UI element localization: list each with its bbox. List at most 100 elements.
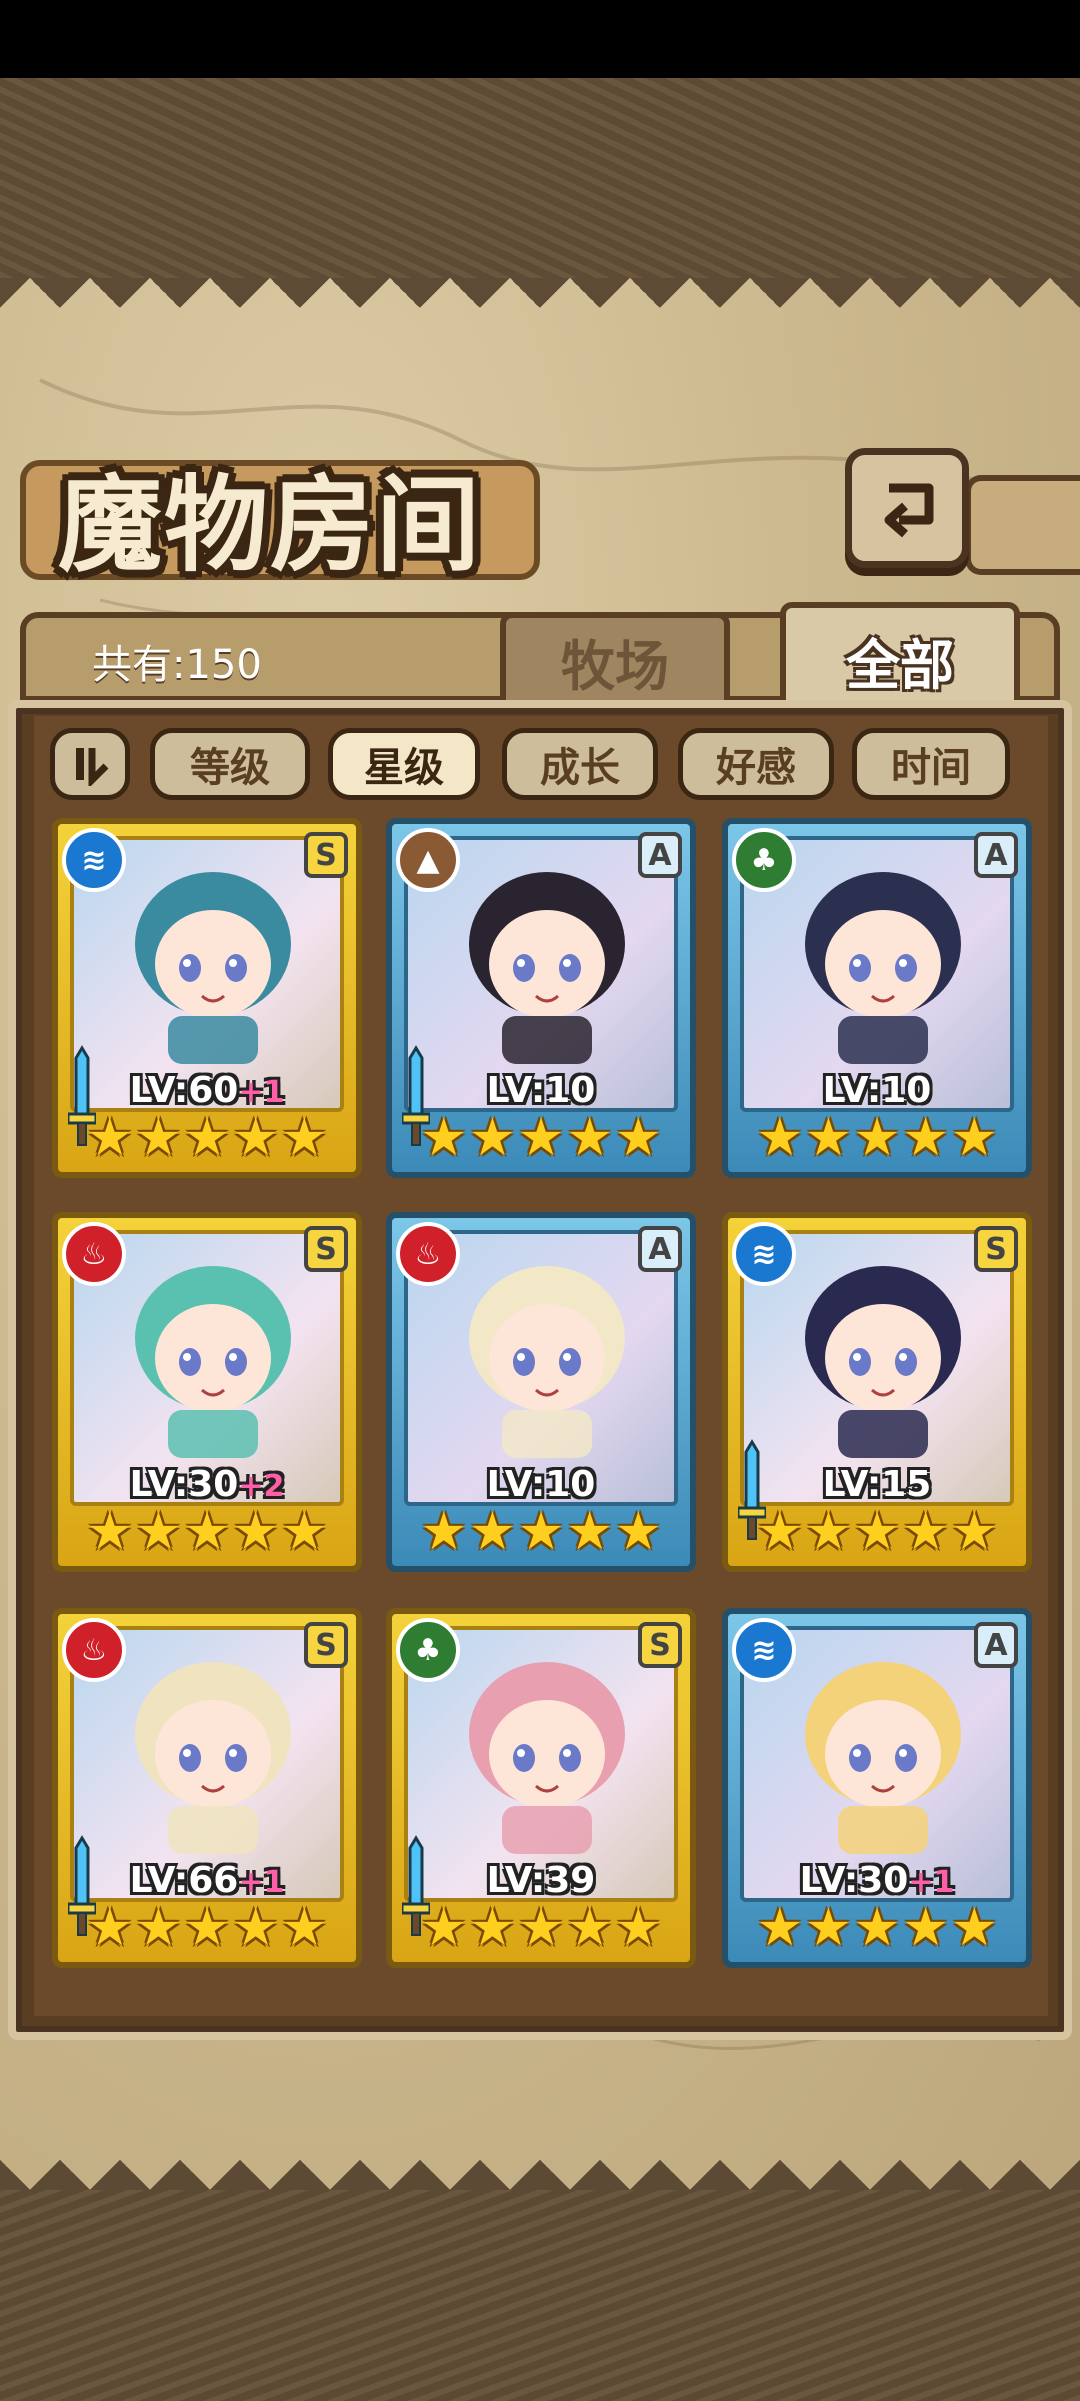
monster-portrait <box>805 1266 961 1458</box>
star-icon: ★ <box>902 1898 949 1958</box>
monster-level: LV:10 <box>728 1070 1026 1111</box>
monster-card[interactable]: ♣ A LV:10 ★ ★ ★ ★ ★ <box>722 818 1032 1178</box>
star-icon: ★ <box>469 1108 516 1168</box>
monster-level: LV:30+1 <box>728 1860 1026 1901</box>
monster-level: LV:39 <box>392 1860 690 1901</box>
level-bonus: +1 <box>238 1865 285 1900</box>
fire-element-icon: ♨ <box>62 1618 126 1682</box>
star-icon: ★ <box>756 1108 804 1168</box>
back-arrow-icon <box>884 483 934 538</box>
star-icon: ★ <box>950 1108 998 1168</box>
star-rating: ★ ★ ★ ★ ★ <box>408 1900 674 1956</box>
rank-badge: A <box>638 1226 682 1272</box>
star-icon: ★ <box>853 1502 901 1562</box>
star-rating: ★ ★ ★ ★ ★ <box>74 1504 340 1560</box>
star-icon: ★ <box>183 1898 231 1958</box>
back-button[interactable] <box>845 448 969 568</box>
wood-element-icon: ♣ <box>732 828 796 892</box>
monster-level: LV:60+1 <box>58 1070 356 1111</box>
sort-order-button[interactable] <box>50 728 130 800</box>
monster-card[interactable]: ♨ A LV:10 ★ ★ ★ ★ ★ <box>386 1212 696 1572</box>
water-element-icon: ≋ <box>62 828 126 892</box>
monster-portrait <box>469 1662 625 1854</box>
monster-portrait <box>135 1662 291 1854</box>
monster-card[interactable]: ≋ A LV:30+1 ★ ★ ★ ★ ★ <box>722 1608 1032 1968</box>
star-icon: ★ <box>614 1108 662 1168</box>
level-text: LV:10 <box>822 1070 932 1111</box>
monster-level: LV:10 <box>392 1070 690 1111</box>
monster-card[interactable]: ♨ S LV:66+1 ★ ★ ★ ★ ★ <box>52 1608 362 1968</box>
star-icon: ★ <box>135 1502 182 1562</box>
star-rating: ★ ★ ★ ★ ★ <box>74 1900 340 1956</box>
rank-badge: S <box>304 832 348 878</box>
sort-time-button[interactable]: 时间 <box>852 728 1010 800</box>
back-button-rail <box>965 475 1080 575</box>
star-icon: ★ <box>853 1108 901 1168</box>
monster-portrait <box>469 872 625 1064</box>
star-rating: ★ ★ ★ ★ ★ <box>744 1110 1010 1166</box>
star-icon: ★ <box>86 1898 134 1958</box>
star-icon: ★ <box>805 1898 852 1958</box>
sort-level-button[interactable]: 等级 <box>150 728 310 800</box>
star-icon: ★ <box>517 1108 565 1168</box>
page-title: 魔物房间 <box>58 464 483 586</box>
level-text: LV:15 <box>822 1464 932 1505</box>
water-element-icon: ≋ <box>732 1222 796 1286</box>
star-icon: ★ <box>805 1502 852 1562</box>
level-text: LV:30 <box>799 1860 909 1901</box>
level-bonus: +2 <box>238 1469 285 1504</box>
star-icon: ★ <box>232 1898 279 1958</box>
star-icon: ★ <box>902 1108 949 1168</box>
sort-order-icon <box>76 748 109 786</box>
star-rating: ★ ★ ★ ★ ★ <box>744 1504 1010 1560</box>
monster-count: 共有:150 <box>92 642 262 688</box>
star-icon: ★ <box>902 1502 949 1562</box>
star-rating: ★ ★ ★ ★ ★ <box>408 1504 674 1560</box>
star-icon: ★ <box>853 1898 901 1958</box>
star-icon: ★ <box>756 1898 804 1958</box>
star-icon: ★ <box>517 1898 565 1958</box>
fire-element-icon: ♨ <box>396 1222 460 1286</box>
rank-badge: S <box>638 1622 682 1668</box>
star-icon: ★ <box>517 1502 565 1562</box>
rank-badge: A <box>974 832 1018 878</box>
star-icon: ★ <box>183 1108 231 1168</box>
monster-level: LV:10 <box>392 1464 690 1505</box>
rank-badge: S <box>304 1622 348 1668</box>
star-icon: ★ <box>135 1108 182 1168</box>
monster-card[interactable]: ♨ S LV:30+2 ★ ★ ★ ★ ★ <box>52 1212 362 1572</box>
star-icon: ★ <box>183 1502 231 1562</box>
monster-level: LV:66+1 <box>58 1860 356 1901</box>
sort-star-button[interactable]: 星级 <box>328 728 480 800</box>
monster-portrait <box>805 872 961 1064</box>
star-icon: ★ <box>566 1898 613 1958</box>
sort-growth-button[interactable]: 成长 <box>502 728 658 800</box>
star-icon: ★ <box>280 1502 328 1562</box>
sort-affection-button[interactable]: 好感 <box>678 728 834 800</box>
star-rating: ★ ★ ★ ★ ★ <box>74 1110 340 1166</box>
star-icon: ★ <box>805 1108 852 1168</box>
star-icon: ★ <box>566 1108 613 1168</box>
map-background-top <box>0 78 1080 278</box>
water-element-icon: ≋ <box>732 1618 796 1682</box>
tab-ranch[interactable]: 牧场 <box>500 612 730 704</box>
star-icon: ★ <box>566 1502 613 1562</box>
torn-edge-bottom <box>0 2130 1080 2190</box>
torn-edge-top <box>0 278 1080 338</box>
monster-portrait <box>135 1266 291 1458</box>
level-text: LV:10 <box>486 1070 596 1111</box>
rank-badge: A <box>974 1622 1018 1668</box>
wood-element-icon: ♣ <box>396 1618 460 1682</box>
monster-card[interactable]: ♣ S LV:39 ★ ★ ★ ★ ★ <box>386 1608 696 1968</box>
star-icon: ★ <box>135 1898 182 1958</box>
level-bonus: +1 <box>908 1865 955 1900</box>
star-icon: ★ <box>469 1898 516 1958</box>
monster-portrait <box>805 1662 961 1854</box>
level-text: LV:30 <box>129 1464 239 1505</box>
monster-card[interactable]: ≋ S LV:60+1 ★ ★ ★ ★ ★ <box>52 818 362 1178</box>
monster-card[interactable]: ▲ A LV:10 ★ ★ ★ ★ ★ <box>386 818 696 1178</box>
monster-card[interactable]: ≋ S LV:15 ★ ★ ★ ★ ★ <box>722 1212 1032 1572</box>
star-icon: ★ <box>420 1502 468 1562</box>
star-icon: ★ <box>420 1898 468 1958</box>
tab-all[interactable]: 全部 <box>780 602 1020 712</box>
